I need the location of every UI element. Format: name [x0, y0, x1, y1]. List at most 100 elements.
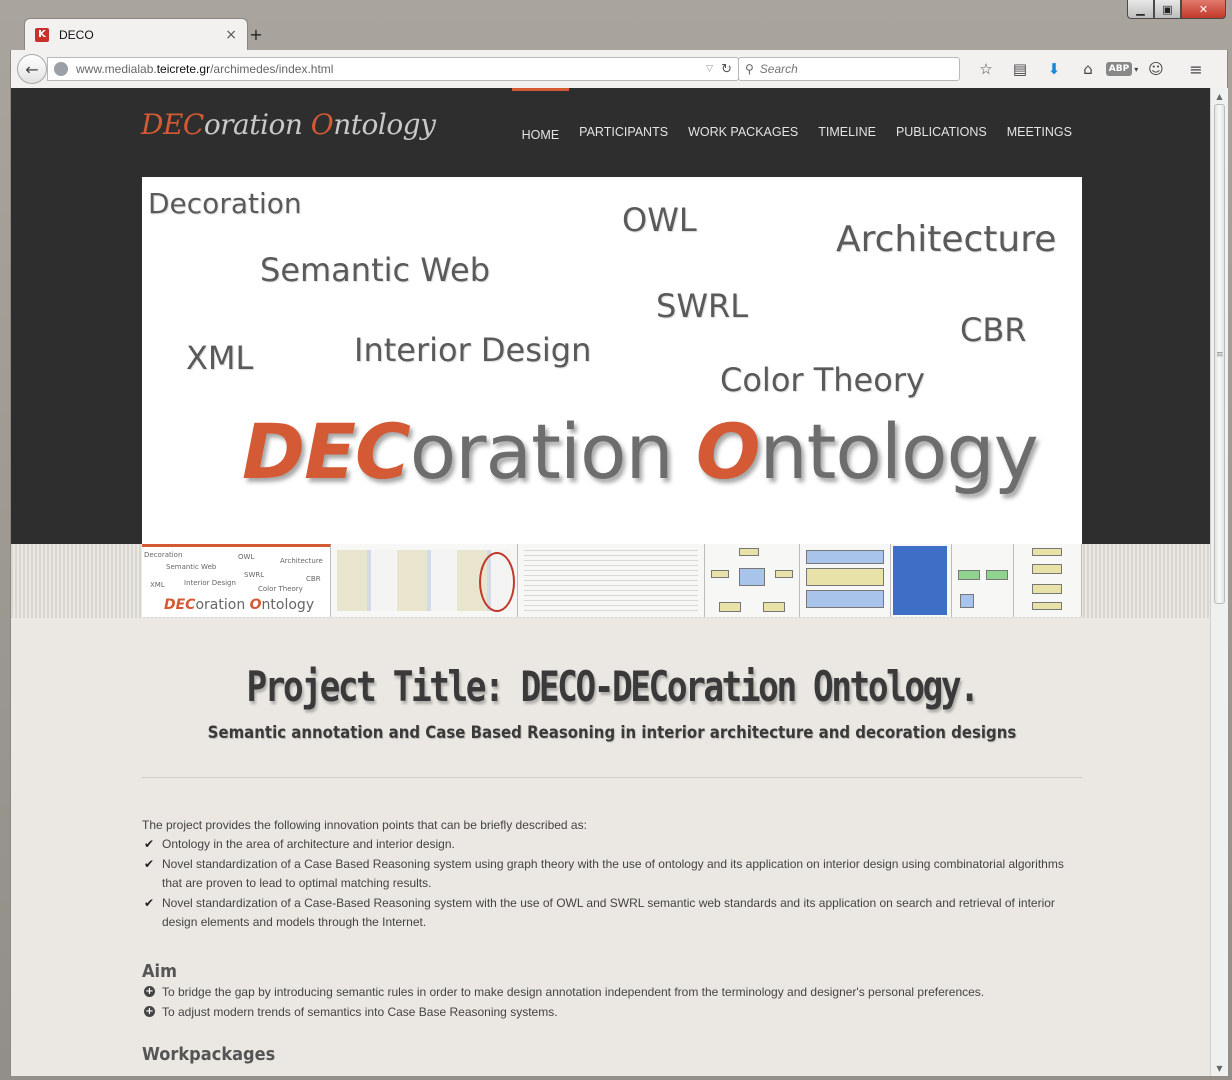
- thumb-word: SWRL: [244, 571, 265, 579]
- list-item: ✔ Novel standardization of a Case Based R…: [142, 855, 1082, 894]
- list-item: + To adjust modern trends of semantics in…: [142, 1002, 1082, 1022]
- slide-thumb-7[interactable]: [952, 544, 1014, 617]
- thumb-highlight-circle: [479, 552, 515, 612]
- thumb-title-dec: DEC: [164, 597, 196, 613]
- new-tab-button[interactable]: +: [246, 24, 266, 44]
- url-dropdown-icon[interactable]: ▽: [706, 64, 713, 74]
- nav-meetings[interactable]: MEETINGS: [997, 88, 1082, 176]
- workpackages-heading: Workpackages: [142, 1043, 276, 1065]
- tab-deco[interactable]: K DECO ×: [24, 18, 248, 50]
- slide-thumb-6[interactable]: [891, 544, 952, 617]
- diagram-node: [739, 568, 765, 586]
- thumb-word: XML: [150, 581, 165, 589]
- plus-circle-icon: +: [144, 985, 155, 997]
- site-logo[interactable]: DECoration Ontology: [141, 108, 436, 141]
- chat-icon[interactable]: ☺: [1139, 56, 1173, 82]
- thumb-word: Interior Design: [184, 579, 236, 587]
- aim-heading: Aim: [142, 960, 177, 982]
- logo-part-ntology: ntology: [333, 108, 436, 141]
- site-nav: HOME PARTICIPANTS WORK PACKAGES TIMELINE…: [511, 88, 1082, 176]
- page-viewport: DECoration Ontology HOME PARTICIPANTS WO…: [10, 88, 1210, 1076]
- search-icon: ⚲: [745, 62, 754, 76]
- slide-thumb-5[interactable]: [800, 544, 891, 617]
- adblock-icon[interactable]: ABP ▾: [1105, 56, 1139, 82]
- nav-publications[interactable]: PUBLICATIONS: [886, 88, 997, 176]
- thumb-word: OWL: [238, 553, 255, 561]
- hero-slide[interactable]: Decoration OWL Architecture Semantic Web…: [142, 177, 1082, 545]
- logo-part-oration: oration: [203, 108, 311, 141]
- tab-strip: K DECO × +: [10, 16, 1226, 50]
- project-title: Project Title: DECO-DECoration Ontology.: [246, 662, 979, 711]
- slide-thumb-1[interactable]: Decoration OWL Architecture Semantic Web…: [142, 544, 331, 617]
- diagram-node: [711, 570, 729, 578]
- reading-list-icon[interactable]: ▤: [1003, 56, 1037, 82]
- thumb-word: Semantic Web: [166, 563, 217, 571]
- hero-word: CBR: [960, 311, 1027, 349]
- thumb-word: Architecture: [280, 557, 323, 565]
- hero-word: Interior Design: [354, 331, 592, 369]
- vertical-scrollbar[interactable]: ▲ ≡ ▼: [1210, 88, 1228, 1076]
- hero-word: Architecture: [836, 219, 1057, 260]
- back-arrow-icon: ←: [25, 59, 39, 79]
- check-icon: ✔: [144, 856, 155, 871]
- thumb-title-ntology: ntology: [261, 597, 315, 613]
- diagram-block: [806, 590, 884, 608]
- nav-work-packages[interactable]: WORK PACKAGES: [678, 88, 808, 176]
- diagram-node: [960, 594, 974, 608]
- download-icon[interactable]: ⬇: [1037, 56, 1071, 82]
- hero-word: Color Theory: [720, 361, 925, 399]
- slide-thumb-4[interactable]: [705, 544, 800, 617]
- thumb-word: Decoration: [144, 551, 183, 559]
- hero-title-ntology: ntology: [759, 407, 1038, 496]
- intro-text: The project provides the following innov…: [142, 818, 587, 832]
- back-button[interactable]: ←: [17, 54, 47, 84]
- slide-thumb-3[interactable]: [518, 544, 705, 617]
- home-icon[interactable]: ⌂: [1071, 56, 1105, 82]
- nav-timeline[interactable]: TIMELINE: [808, 88, 886, 176]
- diagram-node: [1032, 564, 1062, 574]
- thumb-panel-image: [893, 546, 947, 615]
- star-icon[interactable]: ☆: [969, 56, 1003, 82]
- hero-word: SWRL: [656, 287, 749, 325]
- nav-participants[interactable]: PARTICIPANTS: [569, 88, 678, 176]
- check-icon: ✔: [144, 895, 155, 910]
- menu-icon[interactable]: ≡: [1179, 56, 1213, 82]
- logo-part-o: O: [310, 108, 334, 141]
- diagram-node: [739, 548, 759, 556]
- diagram-node: [763, 602, 785, 612]
- list-item: ✔ Novel standardization of a Case-Based R…: [142, 894, 1082, 933]
- nav-home[interactable]: HOME: [511, 88, 570, 176]
- check-icon: ✔: [144, 837, 155, 851]
- logo-part-dec: DEC: [141, 108, 204, 141]
- diagram-node: [986, 570, 1008, 580]
- tab-close-icon[interactable]: ×: [225, 27, 237, 43]
- divider: [142, 777, 1082, 778]
- hero-title-dec: DEC: [242, 407, 411, 496]
- project-subtitle: Semantic annotation and Case Based Reaso…: [207, 723, 1017, 743]
- reload-icon[interactable]: ↻: [721, 62, 732, 77]
- hero-word: Decoration: [148, 187, 302, 220]
- search-bar[interactable]: ⚲: [738, 57, 960, 81]
- hero-word: Semantic Web: [260, 251, 491, 289]
- navigation-toolbar: ← www.medialab.teicrete.gr/archimedes/in…: [10, 50, 1228, 88]
- aim-list: + To bridge the gap by introducing semant…: [142, 982, 1082, 1022]
- browser-window: ▁ ▣ ✕ K DECO × + ← www.medialab.teicrete…: [0, 0, 1232, 1080]
- scroll-down-icon[interactable]: ▼: [1211, 1061, 1228, 1075]
- scroll-up-icon[interactable]: ▲: [1211, 89, 1228, 103]
- diagram-node: [1032, 548, 1062, 556]
- url-text[interactable]: www.medialab.teicrete.gr/archimedes/inde…: [76, 62, 706, 76]
- slide-thumb-8[interactable]: [1014, 544, 1082, 617]
- slide-thumb-2[interactable]: [331, 544, 518, 617]
- thumb-title-oration: oration: [195, 597, 250, 613]
- hero-word: XML: [186, 339, 254, 377]
- globe-icon: [54, 62, 68, 76]
- site-favicon-icon: K: [35, 27, 49, 42]
- url-path: /archimedes/index.html: [210, 62, 334, 76]
- diagram-node: [1032, 602, 1062, 610]
- diagram-block: [806, 550, 884, 564]
- thumb-logo-title: DECoration Ontology: [164, 597, 314, 613]
- hero-title-o: O: [695, 407, 761, 496]
- search-input[interactable]: [759, 62, 940, 76]
- point-text: Novel standardization of a Case Based Re…: [162, 856, 1064, 891]
- url-bar[interactable]: www.medialab.teicrete.gr/archimedes/inde…: [47, 57, 739, 81]
